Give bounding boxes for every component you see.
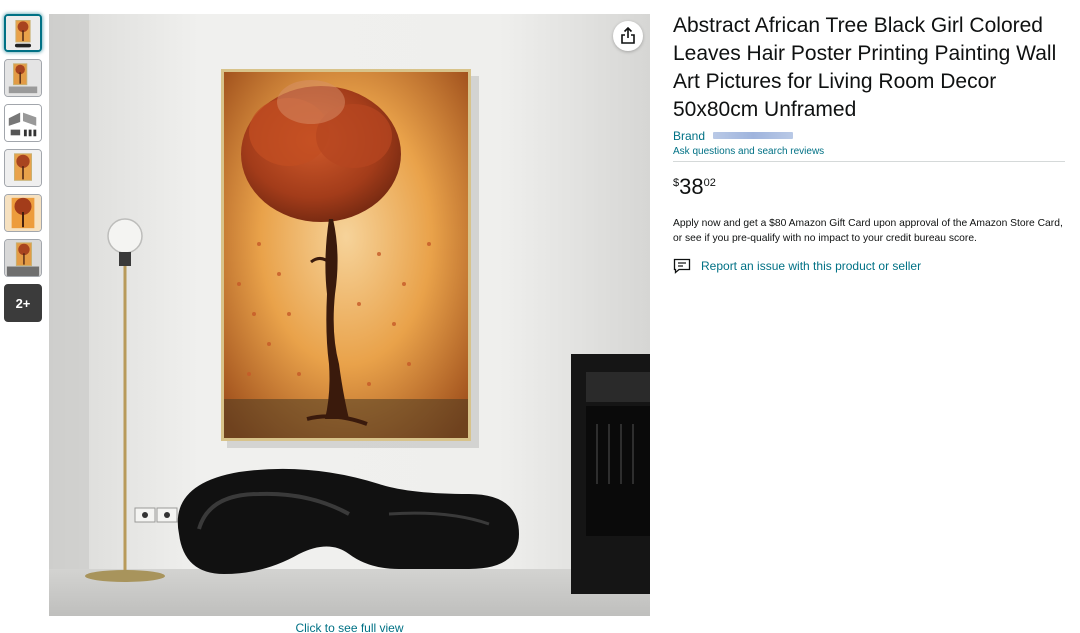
thumbnail-6-image [5,240,41,276]
report-icon [673,258,691,274]
more-images-button[interactable]: 2+ [4,284,42,322]
share-button[interactable] [613,21,643,51]
thumbnail-3-image [5,105,41,141]
more-images-label: 2+ [15,295,31,311]
price: $ 38 02 [673,174,1065,200]
thumbnail-3[interactable] [4,104,42,142]
product-info: Abstract African Tree Black Girl Colored… [673,12,1065,274]
store-card-promo: Apply now and get a $80 Amazon Gift Card… [673,218,1063,244]
brand-name-redacted [713,132,794,139]
brand-link[interactable]: Brand [673,129,705,143]
report-issue-link[interactable]: Report an issue with this product or sel… [673,258,1065,274]
product-photo [49,14,650,616]
thumbnail-5[interactable] [4,194,42,232]
price-fraction: 02 [703,177,716,189]
brand-row: Brand [673,128,1065,143]
thumbnail-2-image [5,60,41,96]
thumbnail-strip: 2+ [4,14,42,329]
divider [673,161,1065,162]
product-title: Abstract African Tree Black Girl Colored… [673,14,1057,121]
thumbnail-6[interactable] [4,239,42,277]
thumbnail-4[interactable] [4,149,42,187]
full-view-link[interactable]: Click to see full view [49,621,650,633]
thumbnail-2[interactable] [4,59,42,97]
report-issue-label: Report an issue with this product or sel… [701,259,922,273]
price-whole: 38 [679,174,704,199]
thumbnail-5-image [5,195,41,231]
ask-questions-link[interactable]: Ask questions and search reviews [673,146,1065,157]
main-product-image[interactable] [49,14,650,616]
thumbnail-1[interactable] [4,14,42,52]
thumbnail-1-image [6,16,40,50]
thumbnail-4-image [5,150,41,186]
share-icon [621,27,635,44]
